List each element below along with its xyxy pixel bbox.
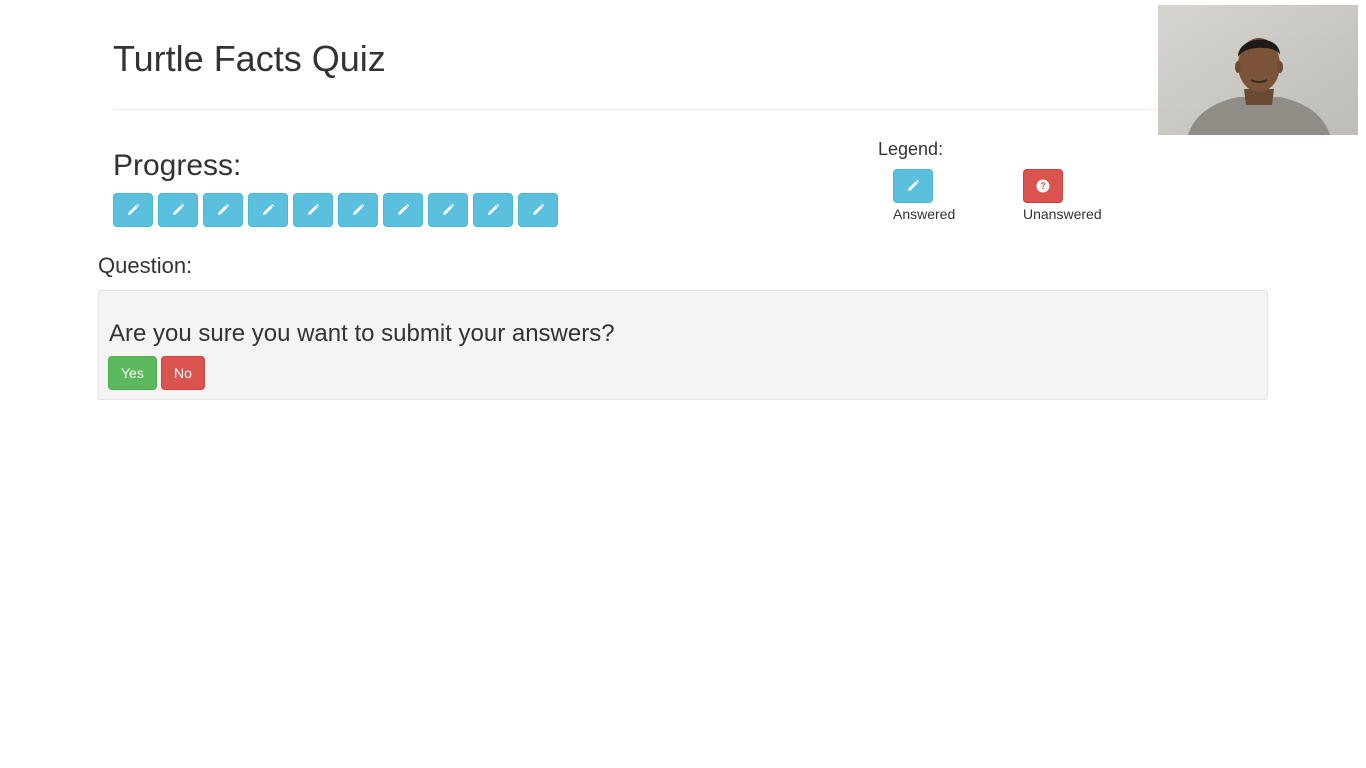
legend-unanswered-caption: Unanswered <box>1023 206 1102 222</box>
pencil-icon <box>533 203 545 215</box>
pencil-icon <box>263 203 275 215</box>
progress-question-6-button[interactable] <box>338 193 378 227</box>
pencil-icon <box>308 203 320 215</box>
pencil-icon <box>398 203 410 215</box>
pencil-icon <box>443 203 455 215</box>
quiz-page: Turtle Facts Quiz Progress: Legend: Answ… <box>0 0 1366 768</box>
legend-answered: Answered <box>893 169 955 222</box>
legend-unanswered: Unanswered <box>1023 169 1102 222</box>
no-button[interactable]: No <box>161 356 205 390</box>
pencil-icon <box>488 203 500 215</box>
progress-question-3-button[interactable] <box>203 193 243 227</box>
question-label: Question: <box>98 253 193 278</box>
yes-button[interactable]: Yes <box>108 356 157 390</box>
legend-label: Legend: <box>878 139 944 159</box>
progress-question-7-button[interactable] <box>383 193 423 227</box>
webcam-image <box>1158 5 1358 135</box>
question-panel: Are you sure you want to submit your ans… <box>98 290 1268 400</box>
progress-question-10-button[interactable] <box>518 193 558 227</box>
progress-question-2-button[interactable] <box>158 193 198 227</box>
pencil-icon <box>353 203 365 215</box>
progress-question-4-button[interactable] <box>248 193 288 227</box>
pencil-icon <box>218 203 230 215</box>
progress-buttons <box>113 193 558 227</box>
progress-question-1-button[interactable] <box>113 193 153 227</box>
progress-question-5-button[interactable] <box>293 193 333 227</box>
title-divider <box>113 109 1268 110</box>
legend-answered-button[interactable] <box>893 169 933 203</box>
question-circle-icon <box>1036 179 1050 193</box>
pencil-icon <box>908 179 920 191</box>
legend-unanswered-button[interactable] <box>1023 169 1063 203</box>
progress-question-8-button[interactable] <box>428 193 468 227</box>
page-title: Turtle Facts Quiz <box>113 38 386 79</box>
progress-heading: Progress: <box>113 149 242 182</box>
question-text: Are you sure you want to submit your ans… <box>109 320 615 347</box>
webcam-preview <box>1158 5 1358 135</box>
legend-answered-caption: Answered <box>893 206 956 222</box>
pencil-icon <box>173 203 185 215</box>
pencil-icon <box>128 203 140 215</box>
progress-question-9-button[interactable] <box>473 193 513 227</box>
